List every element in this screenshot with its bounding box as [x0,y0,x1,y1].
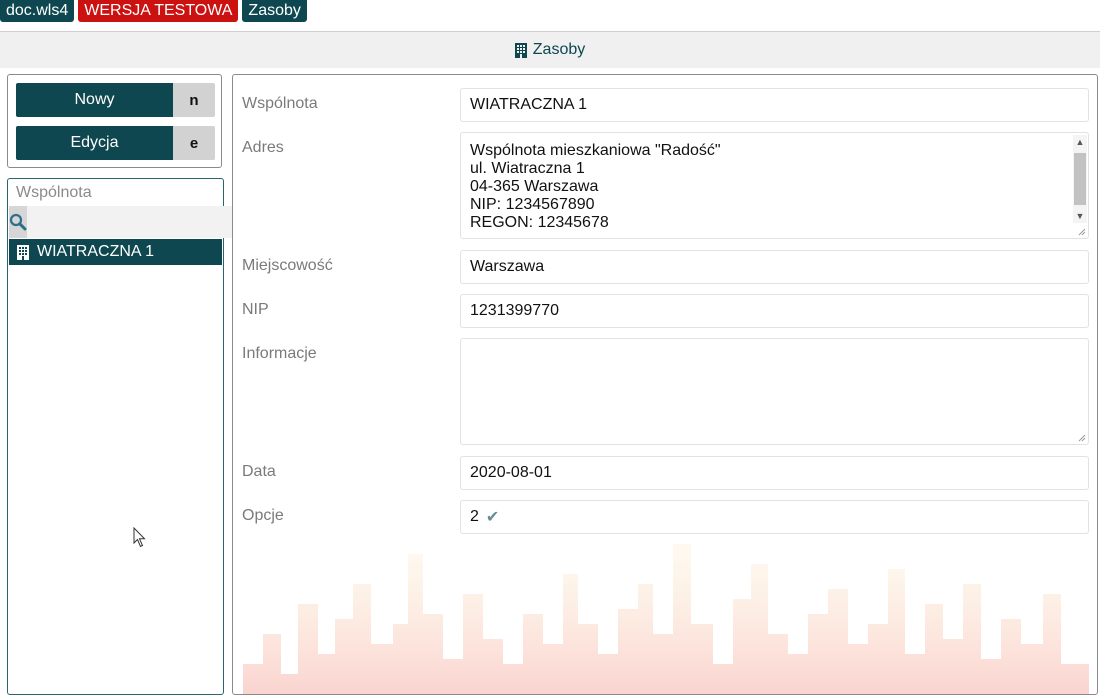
options-value: 2 [470,508,479,525]
address-text: Wspólnota mieszkaniowa "Radość" ul. Wiat… [470,142,721,231]
nip-field[interactable]: 1231399770 [460,294,1089,328]
search-icon[interactable] [9,206,27,238]
city-field[interactable]: Warszawa [460,250,1089,284]
resize-grip-icon[interactable] [1078,228,1086,236]
address-textarea[interactable]: Wspólnota mieszkaniowa "Radość" ul. Wiat… [460,132,1089,239]
test-version-badge: WERSJA TESTOWA [78,0,239,22]
list-item-label: WIATRACZNA 1 [37,243,155,260]
city-skyline-background [243,544,1089,694]
nip-label: NIP [242,301,269,318]
edit-action[interactable]: Edycja e [16,126,215,160]
search-bar: / [9,206,243,238]
scroll-up-icon[interactable]: ▲ [1073,135,1087,149]
top-tags: doc.wls4 WERSJA TESTOWA Zasoby [0,0,307,22]
resize-grip-icon[interactable] [1078,434,1086,442]
app-name-tag: doc.wls4 [0,0,75,22]
search-input[interactable] [27,206,238,238]
scroll-down-icon[interactable]: ▼ [1073,209,1087,223]
date-label: Data [242,463,276,480]
scroll-thumb[interactable] [1074,153,1086,205]
address-scrollbar[interactable]: ▲ ▼ [1073,135,1087,223]
list-item[interactable]: WIATRACZNA 1 [9,239,222,265]
new-action[interactable]: Nowy n [16,83,215,117]
date-field[interactable]: 2020-08-01 [460,456,1089,490]
resources-tag[interactable]: Zasoby [242,0,307,22]
actions-panel: Nowy n Edycja e [7,74,222,168]
list-title: Wspólnota [16,184,92,201]
community-field[interactable]: WIATRACZNA 1 [460,88,1089,122]
city-label: Miejscowość [242,257,333,274]
building-icon [17,244,29,260]
new-button[interactable]: Nowy [16,83,173,117]
details-panel: Wspólnota WIATRACZNA 1 Adres Wspólnota m… [232,74,1098,695]
information-textarea[interactable] [460,338,1089,445]
options-label: Opcje [242,507,284,524]
page-title: Zasoby [532,41,586,58]
edit-shortcut-key[interactable]: e [173,126,215,160]
new-shortcut-key[interactable]: n [173,83,215,117]
information-label: Informacje [242,345,317,362]
mouse-cursor-icon [133,527,146,548]
page-header: Zasoby [0,31,1100,68]
edit-button[interactable]: Edycja [16,126,173,160]
checkmark-icon: ✔ [485,509,500,526]
community-label: Wspólnota [242,95,318,112]
community-list-panel: Wspólnota / WIATRACZNA 1 [7,178,243,695]
address-label: Adres [242,139,284,156]
options-field[interactable]: 2 ✔ [460,500,1089,534]
building-icon [514,42,527,58]
